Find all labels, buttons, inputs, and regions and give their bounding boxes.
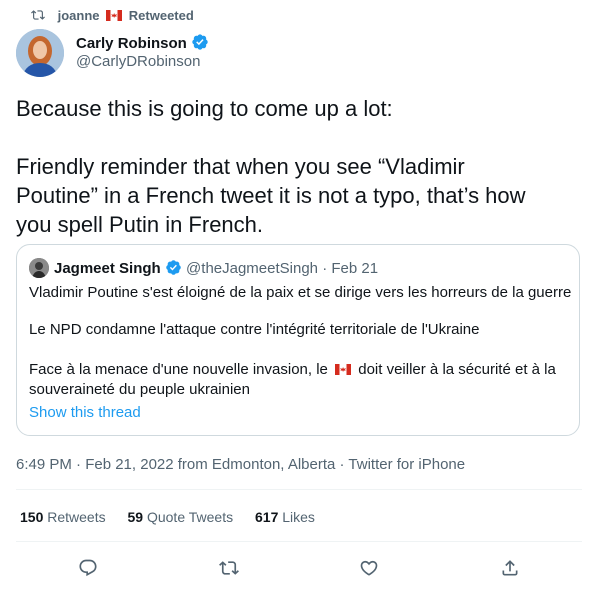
author-name[interactable]: Carly Robinson <box>76 35 187 52</box>
quoted-paragraph: Le NPD condamne l'attaque contre l'intég… <box>29 321 480 338</box>
quoted-text: Face à la menace d'une nouvelle invasion… <box>29 361 328 378</box>
divider <box>16 489 582 490</box>
reply-button[interactable] <box>71 551 105 585</box>
quoted-author-handle: @theJagmeetSingh <box>186 260 319 277</box>
quoted-date: Feb 21 <box>331 260 379 277</box>
tweet-line: you spell Putin in French. <box>16 212 264 237</box>
likes-count: 617 <box>255 509 279 525</box>
quote-tweets-stat[interactable]: 59 Quote Tweets <box>128 509 238 525</box>
tweet-metadata[interactable]: 6:49 PM · Feb 21, 2022 from Edmonton, Al… <box>16 456 465 473</box>
share-icon <box>502 560 518 576</box>
verified-badge-icon <box>192 34 208 50</box>
like-button[interactable] <box>352 551 386 585</box>
retweets-count: 150 <box>20 509 44 525</box>
show-thread-link[interactable]: Show this thread <box>29 403 571 423</box>
verified-badge-icon <box>166 260 181 275</box>
quoted-paragraph: souveraineté du peuple ukrainien <box>29 381 250 398</box>
author-handle[interactable]: @CarlyDRobinson <box>76 53 200 70</box>
author-avatar[interactable] <box>16 29 64 77</box>
quotes-label: Quote Tweets <box>146 509 234 525</box>
quoted-paragraph: Vladimir Poutine s'est éloigné de la pai… <box>29 284 572 301</box>
quoted-author-name: Jagmeet Singh <box>54 260 161 277</box>
quoted-avatar-image <box>29 258 49 278</box>
quoted-body: Vladimir Poutine s'est éloigné de la pai… <box>29 283 571 423</box>
retweet-icon <box>31 10 45 20</box>
quotes-count: 59 <box>127 509 144 525</box>
tweet-line: Poutine” in a French tweet it is not a t… <box>16 183 526 208</box>
retweeter-link[interactable]: joanne <box>58 8 100 23</box>
canada-flag-icon <box>106 10 123 21</box>
retweet-icon <box>219 561 239 575</box>
quoted-tweet[interactable]: Jagmeet Singh @theJagmeetSingh · Feb 21 … <box>16 244 580 436</box>
retweets-label: Retweets <box>47 509 106 525</box>
author-avatar-image <box>16 29 64 77</box>
share-button[interactable] <box>493 551 527 585</box>
tweet-text: Because this is going to come up a lot: … <box>16 94 526 239</box>
like-icon <box>360 560 378 576</box>
tweet-stats: 150 Retweets 59 Quote Tweets 617 Likes <box>20 509 315 525</box>
author-name-row[interactable]: Carly Robinson <box>76 33 209 52</box>
quoted-header: Jagmeet Singh @theJagmeetSingh · Feb 21 <box>54 259 378 277</box>
quoted-author-avatar <box>29 258 49 278</box>
reply-icon <box>79 559 97 577</box>
quoted-paragraph: Face à la menace d'une nouvelle invasion… <box>29 360 571 380</box>
retweets-stat[interactable]: 150 Retweets <box>20 509 110 525</box>
retweet-header: joanne Retweeted <box>30 8 194 23</box>
retweeted-label: Retweeted <box>128 8 194 23</box>
tweet-line: Because this is going to come up a lot: <box>16 96 393 121</box>
canada-flag-icon <box>335 364 352 375</box>
likes-stat[interactable]: 617 Likes <box>255 509 315 525</box>
likes-label: Likes <box>282 509 315 525</box>
tweet-line: Friendly reminder that when you see “Vla… <box>16 154 465 179</box>
retweet-button[interactable] <box>212 551 246 585</box>
quoted-separator: · <box>322 260 328 277</box>
divider <box>16 541 582 542</box>
quoted-text: doit veiller à la sécurité et à la <box>358 361 556 378</box>
